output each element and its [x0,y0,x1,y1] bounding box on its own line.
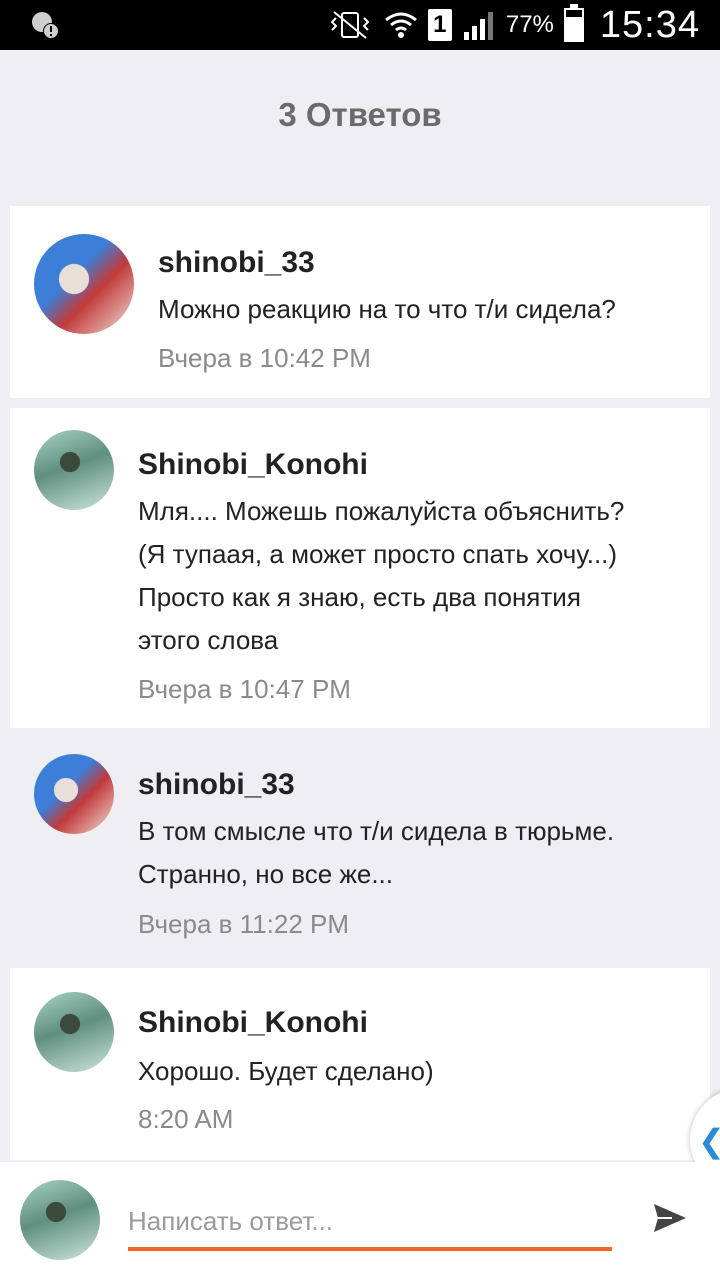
comment-card: Shinobi_Konohi Хорошо. Будет сделано) 8:… [10,968,710,1160]
avatar[interactable] [34,992,114,1072]
comment-card: shinobi_33 Можно реакцию на то что т/и с… [10,206,710,398]
sim-icon: 1 [427,9,452,41]
clock: 15:34 [599,3,700,46]
wifi-icon [384,12,417,38]
signal-icon [463,12,493,40]
chevron-left-icon: ❮ [698,1122,720,1160]
avatar[interactable] [34,234,134,334]
send-icon[interactable] [652,1200,688,1236]
comment-username[interactable]: shinobi_33 [138,768,295,802]
comment-card: Shinobi_Konohi Мля.... Можешь пожалуйста… [10,408,710,728]
status-bar: 1 77% 15:34 [0,0,720,50]
comment-line: Странно, но все же... [138,859,393,889]
comment-line: Хорошо. Будет сделано) [138,1056,434,1086]
battery-percent: 77% [505,11,554,38]
comment-line: (Я тупаая, а может просто спать хочу...) [138,539,618,569]
comment-username[interactable]: Shinobi_Konohi [138,1006,368,1040]
comment-username[interactable]: shinobi_33 [158,246,315,280]
battery-icon [563,4,584,42]
comment-line: Можно реакцию на то что т/и сидела? [158,294,616,324]
comment-time: Вчера в 10:42 PM [158,343,371,373]
my-avatar [20,1180,100,1260]
comment-line: Просто как я знаю, есть два понятия [138,582,581,612]
avatar[interactable] [34,430,114,510]
alert-icon [32,12,59,39]
avatar[interactable] [34,754,114,834]
comment-line: В том смысле что т/и сидела в тюрьме. [138,816,615,846]
comment-time: Вчера в 11:22 PM [138,909,350,939]
page-title: 3 Ответов [278,96,442,133]
comment-username[interactable]: Shinobi_Konohi [138,448,368,482]
comment-line: Мля.... Можешь пожалуйста объяснить? [138,496,625,526]
comment-time: 8:20 AM [138,1104,234,1134]
comment-time: Вчера в 10:47 PM [138,674,351,704]
comment-line: этого слова [138,625,279,655]
reply-input[interactable] [128,1195,612,1251]
vibrate-icon [330,11,370,39]
battery-fill [565,16,582,40]
